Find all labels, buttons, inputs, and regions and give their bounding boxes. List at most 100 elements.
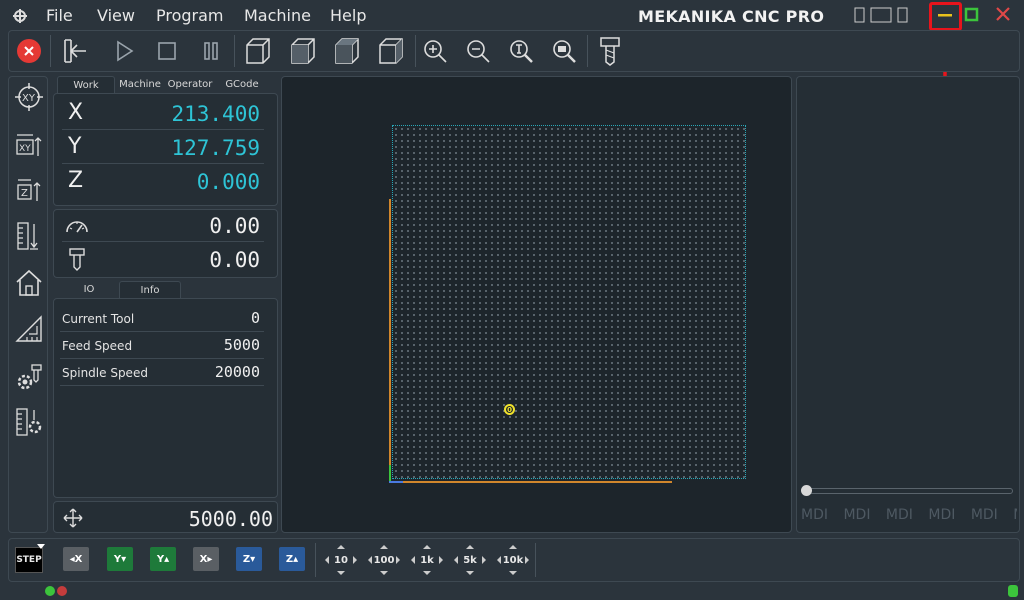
mdi-button-3[interactable]: MDI [886,507,913,523]
layout-icons[interactable] [854,7,910,23]
spindle-rate-value: 0.00 [209,248,260,272]
zoom-out-button[interactable] [462,35,494,67]
right-panel: MDI MDI MDI MDI MDI M [796,76,1020,533]
dro-x-value[interactable]: 213.400 [171,102,260,126]
move-arrows-icon [63,508,83,528]
jog-x-minus-button[interactable]: ◂ X [63,547,89,571]
zero-z-button[interactable]: Z [13,174,45,206]
spindle-gear-icon [17,364,42,390]
slider-track[interactable] [805,488,1013,494]
step-dropdown-icon [37,544,45,549]
mdi-button-2[interactable]: MDI [843,507,870,523]
svg-text:XY: XY [22,93,36,104]
origin-marker-blue [389,481,403,483]
play-button[interactable] [108,35,140,67]
tab-operator[interactable]: Operator [165,76,215,93]
tool-setter-button[interactable] [13,406,45,438]
cube-view-1-icon [246,38,270,64]
zoom-selection-button[interactable] [548,35,580,67]
dro-z-value[interactable]: 0.000 [197,170,260,194]
mdi-button-4[interactable]: MDI [928,507,955,523]
menu-file[interactable]: File [46,6,73,25]
pause-icon [204,42,218,60]
step-5k-button[interactable]: 5k [452,543,488,577]
tool-button[interactable] [594,35,626,67]
measure-button[interactable] [13,313,45,345]
menu-program[interactable]: Program [156,6,224,25]
info-row-spindle-speed: Spindle Speed 20000 [60,359,264,386]
jog-y-plus-button[interactable]: Y ▴ [150,547,176,571]
info-row-feed-speed: Feed Speed 5000 [60,332,264,359]
3d-viewport[interactable]: 0 [281,76,792,533]
step-10-button[interactable]: 10 [323,543,359,577]
minimize-button[interactable] [936,5,956,25]
menu-help[interactable]: Help [330,6,366,25]
close-icon [996,7,1010,21]
view-top-button[interactable] [331,35,363,67]
probe-button[interactable] [13,220,45,252]
maximize-button[interactable] [963,5,983,25]
mdi-button-5[interactable]: MDI [971,507,998,523]
feed-rate-value: 0.00 [209,214,260,238]
jog-x-plus-button[interactable]: X ▸ [193,547,219,571]
dro-y-axis: Y [68,134,82,159]
menu-view[interactable]: View [97,6,135,25]
step-10k-button[interactable]: 10k [495,543,531,577]
close-button[interactable] [994,5,1014,25]
menu-bar: File View Program Machine Help MEKANIKA … [0,0,1024,32]
pause-button[interactable] [195,35,227,67]
speed-panel: 0.00 0.00 [53,209,278,278]
view-front-button[interactable] [287,35,319,67]
stop-program-button[interactable] [151,35,183,67]
step-100-button[interactable]: 100 [366,543,402,577]
tab-info[interactable]: Info [119,281,181,299]
jog-z-minus-button[interactable]: Z ▾ [236,547,262,571]
exit-button[interactable] [59,35,91,67]
tool-position-marker: 0 [504,404,515,415]
zero-xy-button[interactable]: XY [13,129,45,161]
svg-text:XY: XY [19,144,31,154]
dro-x-row: X 213.400 [62,98,264,130]
tab-work[interactable]: Work [57,76,115,94]
tab-io[interactable]: IO [59,281,119,298]
view-side-button[interactable] [375,35,407,67]
minimize-icon [938,14,952,17]
spindle-button[interactable] [13,362,45,394]
info-row-current-tool: Current Tool 0 [60,305,264,332]
jog-feed-panel: 5000.00 [53,501,278,533]
zoom-in-button[interactable] [419,35,451,67]
dro-y-value[interactable]: 127.759 [171,136,260,160]
x-axis-line [389,481,672,483]
view-iso-button[interactable] [242,35,274,67]
emergency-stop-button[interactable] [13,35,45,67]
jog-y-minus-button[interactable]: Y ▾ [107,547,133,571]
jog-z-plus-button[interactable]: Z ▴ [279,547,305,571]
dro-z-row: Z 0.000 [62,166,264,198]
xy-target-icon: XY [15,83,43,111]
cube-view-2-icon [291,38,315,64]
jog-bar: STEP ◂ X Y ▾ Y ▴ X ▸ Z ▾ Z ▴ 10 100 1k 5k 10k [8,538,1020,582]
y-axis-line [389,199,391,482]
spindle-icon [69,248,85,271]
home-button[interactable] [13,267,45,299]
goto-xy-zero-button[interactable]: XY [13,81,45,113]
dro-x-axis: X [68,100,84,125]
mdi-button-6[interactable]: M [1013,507,1017,523]
tool-setter-icon [16,408,42,436]
menu-machine[interactable]: Machine [244,6,311,25]
cube-view-3-icon [335,38,359,64]
jog-feed-value[interactable]: 5000.00 [189,507,273,531]
mdi-button-1[interactable]: MDI [801,507,828,523]
exit-icon [64,39,86,63]
tab-machine[interactable]: Machine [115,76,165,93]
zoom-fit-button[interactable] [505,35,537,67]
info-body: Current Tool 0 Feed Speed 5000 Spindle S… [53,298,278,498]
slider-handle[interactable] [801,485,812,496]
spindle-rate-row: 0.00 [62,244,264,276]
cube-view-4-icon [379,38,403,64]
step-1k-button[interactable]: 1k [409,543,445,577]
tab-gcode[interactable]: GCode [217,76,267,93]
step-mode-button[interactable]: STEP [15,547,43,573]
zoom-fit-icon [510,40,533,63]
home-icon [16,269,42,296]
